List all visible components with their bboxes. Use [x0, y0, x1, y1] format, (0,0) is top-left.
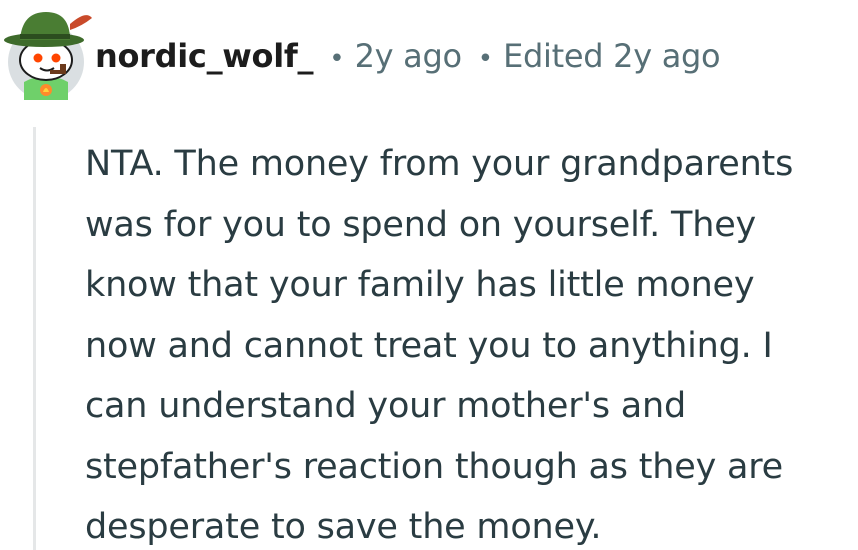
comment: nordic_wolf_ • 2y ago • Edited 2y ago NT…: [0, 0, 858, 550]
comment-line: NTA. The money from your grandparents: [85, 144, 794, 184]
author-username[interactable]: nordic_wolf_: [95, 36, 314, 76]
posted-time[interactable]: 2y ago: [355, 36, 462, 76]
comment-body: NTA. The money from your grandparents wa…: [85, 134, 855, 550]
comment-line: stepfather's reaction though as they are: [85, 446, 784, 487]
reddit-snoo-avatar-icon[interactable]: [0, 0, 96, 100]
thread-line[interactable]: [33, 127, 36, 550]
comment-line: desperate to save the money.: [85, 507, 602, 547]
comment-line: now and cannot treat you to anything. I: [85, 325, 773, 366]
comment-line: was for you to spend on yourself. They: [85, 204, 757, 245]
comment-line: can understand your mother's and: [85, 386, 687, 426]
comment-line: know that your family has little money: [85, 265, 755, 305]
edited-time: Edited 2y ago: [503, 37, 721, 75]
meta-separator: •: [477, 44, 494, 74]
comment-meta: nordic_wolf_ • 2y ago • Edited 2y ago: [95, 36, 721, 79]
meta-separator: •: [329, 44, 345, 74]
